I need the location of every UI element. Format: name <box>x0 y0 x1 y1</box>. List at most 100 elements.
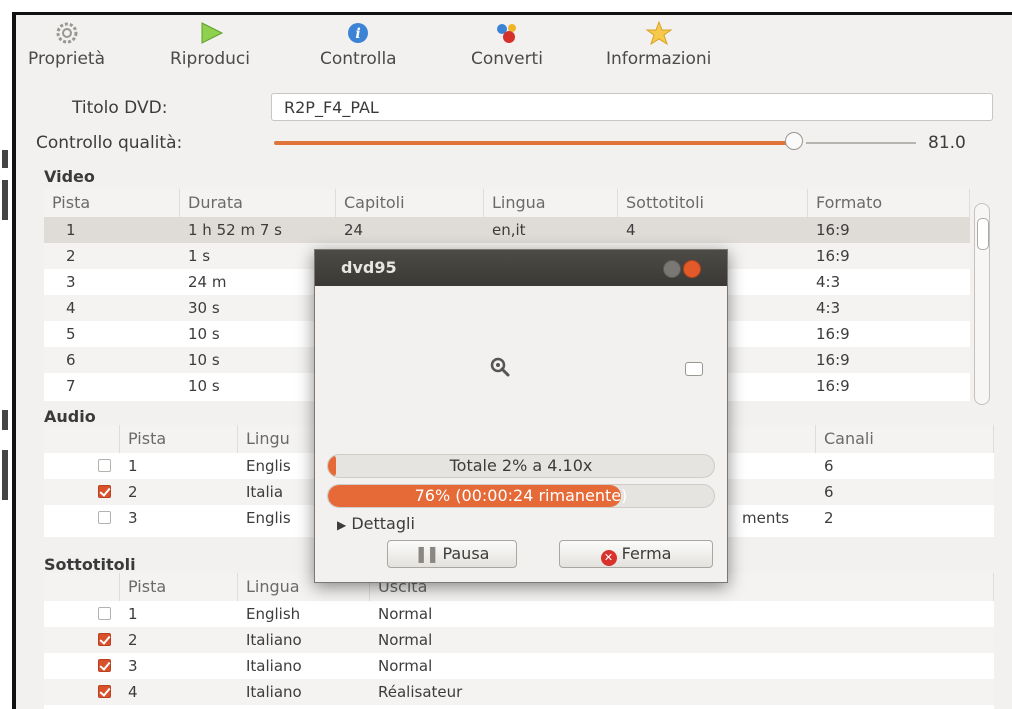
video-col-capitoli[interactable]: Capitoli <box>336 189 484 217</box>
subs-cell-pista: 1 <box>128 605 138 623</box>
convert-button[interactable]: Converti <box>471 21 543 69</box>
video-table-header: Pista Durata Capitoli Lingua Sottotitoli… <box>44 189 970 217</box>
preview-checkbox[interactable] <box>685 362 703 376</box>
subs-cell-lingua: Italiano <box>246 683 302 701</box>
stop-icon: ✕ <box>600 550 617 566</box>
video-cell-formato: 16:9 <box>816 325 850 343</box>
left-edge-marks <box>0 150 10 550</box>
table-row[interactable]: 2 Italiano Normal <box>44 627 994 653</box>
video-cell-pista: 6 <box>66 351 76 369</box>
dialog-body: Totale 2% a 4.10x 76% (00:00:24 rimanent… <box>315 286 727 582</box>
video-cell-formato: 4:3 <box>816 299 841 317</box>
subs-cell-lingua: Italiano <box>246 657 302 675</box>
star-icon <box>645 21 673 45</box>
quality-slider-handle[interactable] <box>785 132 803 150</box>
video-cell-formato: 4:3 <box>816 273 841 291</box>
quality-value: 81.0 <box>928 133 966 153</box>
subtitles-section-title: Sottotitoli <box>44 555 136 574</box>
track-checkbox[interactable] <box>98 659 111 672</box>
subs-cell-pista: 3 <box>128 657 138 675</box>
subs-cell-uscita: Normal <box>378 605 433 623</box>
check-label: Controlla <box>320 49 397 69</box>
pause-icon: ❚❚ <box>414 544 440 563</box>
audio-cell-extra: ments <box>742 509 790 527</box>
video-col-durata[interactable]: Durata <box>180 189 336 217</box>
pause-button[interactable]: ❚❚ Pausa <box>387 540 517 568</box>
video-cell-durata: 30 s <box>188 299 220 317</box>
table-row[interactable]: 1 English Normal <box>44 601 994 627</box>
play-label: Riproduci <box>170 49 250 69</box>
play-button[interactable]: Riproduci <box>170 21 250 69</box>
info-button[interactable]: Informazioni <box>606 21 711 69</box>
video-col-sottotitoli[interactable]: Sottotitoli <box>618 189 808 217</box>
main-window: Proprietà Riproduci i Controlla Converti <box>12 12 1012 709</box>
track-checkbox[interactable] <box>98 607 111 620</box>
video-cell-lingua: en,it <box>492 221 526 239</box>
table-row[interactable]: 3 Italiano Normal <box>44 653 994 679</box>
check-button[interactable]: i Controlla <box>320 21 397 69</box>
video-section-title: Video <box>44 167 95 186</box>
dialog-titlebar[interactable]: dvd95 <box>315 250 727 286</box>
play-icon <box>201 22 224 44</box>
audio-cell-lingua: Englis <box>246 457 291 475</box>
video-cell-durata: 1 h 52 m 7 s <box>188 221 282 239</box>
audio-cell-pista: 2 <box>128 483 138 501</box>
video-cell-pista: 7 <box>66 377 76 395</box>
audio-cell-pista: 1 <box>128 457 138 475</box>
dvd-title-label: Titolo DVD: <box>72 98 168 118</box>
gear-icon <box>56 22 77 44</box>
expander-arrow-icon: ▶ <box>337 518 347 532</box>
quality-slider-fill <box>274 141 796 145</box>
dialog-title: dvd95 <box>341 258 397 277</box>
close-icon[interactable] <box>683 260 701 278</box>
properties-label: Proprietà <box>28 49 106 69</box>
audio-cell-lingua: Englis <box>246 509 291 527</box>
toolbar: Proprietà Riproduci i Controlla Converti <box>16 15 796 85</box>
details-label: Dettagli <box>351 514 415 533</box>
video-cell-sottotitoli: 4 <box>626 221 636 239</box>
zoom-icon <box>490 357 510 377</box>
track-checkbox[interactable] <box>98 485 111 498</box>
info-icon: i <box>348 23 369 43</box>
audio-section-title: Audio <box>44 407 96 426</box>
track-checkbox[interactable] <box>98 459 111 472</box>
subs-cell-pista: 2 <box>128 631 138 649</box>
minimize-icon[interactable] <box>663 260 681 278</box>
audio-cell-extra <box>734 453 814 479</box>
progress-dialog: dvd95 Totale 2% a 4.10x 76% (00:00:24 ri… <box>314 249 728 583</box>
audio-cell-pista: 3 <box>128 509 138 527</box>
video-cell-pista: 1 <box>66 221 76 239</box>
table-row[interactable]: 4 Italiano Réalisateur <box>44 679 994 705</box>
video-scroll-thumb[interactable] <box>977 218 989 250</box>
dvd-title-input[interactable]: R2P_F4_PAL <box>271 93 993 121</box>
video-cell-formato: 16:9 <box>816 351 850 369</box>
audio-col-check <box>44 425 120 453</box>
video-cell-capitoli: 24 <box>344 221 364 239</box>
track-checkbox[interactable] <box>98 633 111 646</box>
video-scrollbar[interactable] <box>974 203 990 405</box>
track-progress-bar: 76% (00:00:24 rimanente) <box>327 484 715 508</box>
video-cell-formato: 16:9 <box>816 377 850 395</box>
video-cell-durata: 10 s <box>188 351 220 369</box>
subs-cell-lingua: English <box>246 605 301 623</box>
convert-label: Converti <box>471 49 543 69</box>
table-row[interactable]: 1 1 h 52 m 7 s 24 en,it 4 16:9 <box>44 217 970 243</box>
subs-col-pista[interactable]: Pista <box>120 573 238 601</box>
stop-button[interactable]: ✕ Ferma <box>559 540 713 568</box>
audio-col-canali[interactable]: Canali <box>816 425 994 453</box>
track-checkbox[interactable] <box>98 511 111 524</box>
track-checkbox[interactable] <box>98 685 111 698</box>
subtitles-table: Pista Lingua Uscita 1 English Normal 2 Itali… <box>44 573 994 709</box>
video-col-formato[interactable]: Formato <box>808 189 970 217</box>
properties-button[interactable]: Proprietà <box>28 21 105 69</box>
subs-col-check <box>44 573 120 601</box>
audio-col-pista[interactable]: Pista <box>120 425 238 453</box>
video-col-pista[interactable]: Pista <box>44 189 180 217</box>
svg-text:i: i <box>356 26 361 42</box>
audio-cell-lingua: Italia <box>246 483 284 501</box>
video-cell-pista: 5 <box>66 325 76 343</box>
video-col-lingua[interactable]: Lingua <box>484 189 618 217</box>
video-cell-durata: 10 s <box>188 377 220 395</box>
details-expander[interactable]: ▶ Dettagli <box>337 514 415 533</box>
video-cell-durata: 10 s <box>188 325 220 343</box>
